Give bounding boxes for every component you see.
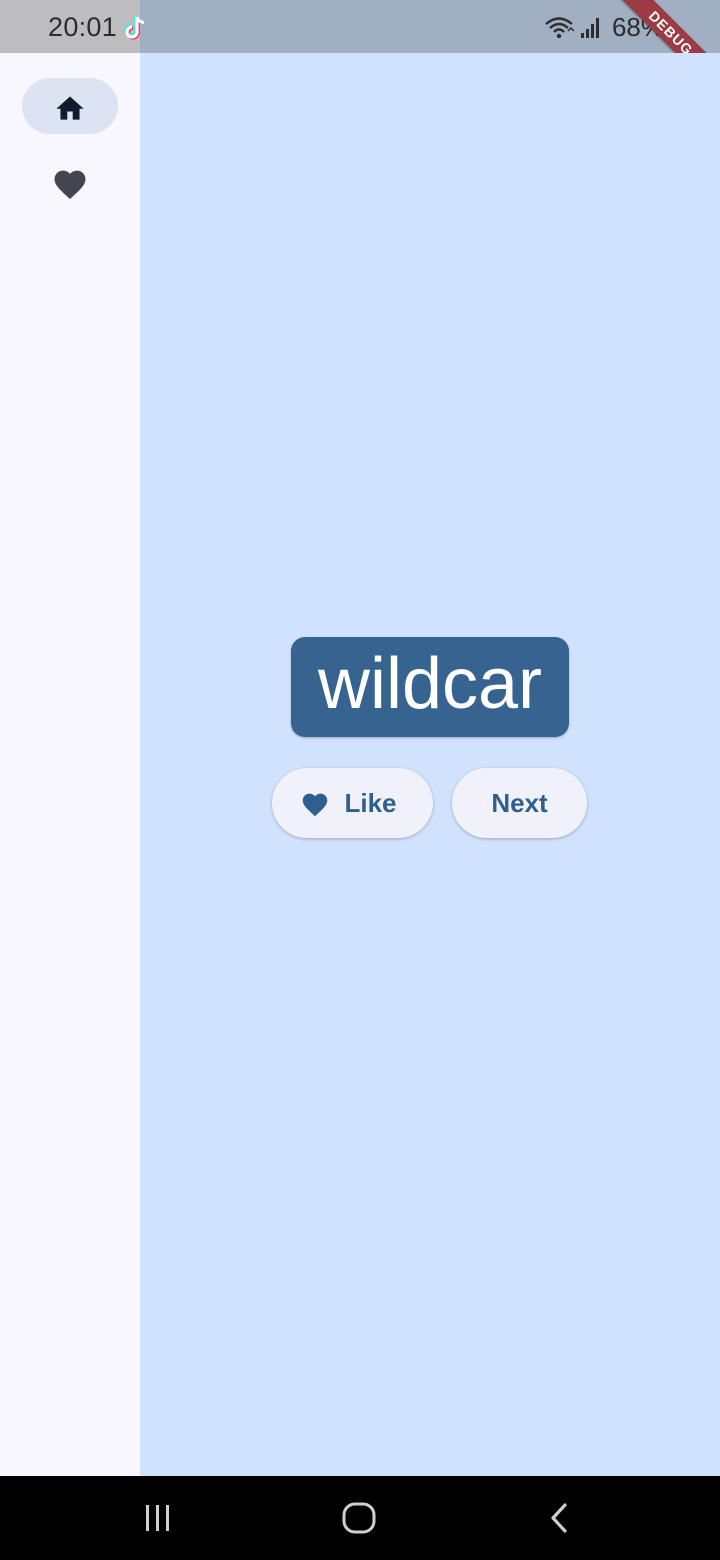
main-content: wildcar Like Next [140, 53, 720, 1476]
word-text: wildcar [317, 644, 543, 724]
rail-item-favorites[interactable] [22, 155, 118, 211]
home-circle-icon [342, 1502, 376, 1534]
system-navigation-bar [0, 1476, 720, 1560]
tiktok-icon [124, 16, 145, 40]
next-button[interactable]: Next [452, 768, 587, 838]
wifi-icon [545, 17, 574, 39]
recents-icon [146, 1505, 169, 1531]
like-button[interactable]: Like [272, 768, 433, 838]
system-home-button[interactable] [339, 1498, 379, 1538]
cell-signal-icon [580, 18, 599, 38]
status-time: 20:01 [48, 12, 118, 42]
status-bar: 20:01 68% DEBUG [0, 0, 720, 108]
navigation-rail [0, 53, 140, 1476]
recents-button[interactable] [138, 1498, 178, 1538]
rail-item-home[interactable] [22, 78, 118, 134]
word-card: wildcar [291, 637, 569, 737]
heart-icon [303, 793, 328, 816]
back-chevron-icon [551, 1503, 567, 1533]
home-icon [56, 96, 84, 120]
back-button[interactable] [540, 1498, 580, 1538]
next-button-label: Next [491, 787, 548, 818]
like-button-label: Like [344, 787, 397, 818]
heart-icon [54, 170, 86, 199]
